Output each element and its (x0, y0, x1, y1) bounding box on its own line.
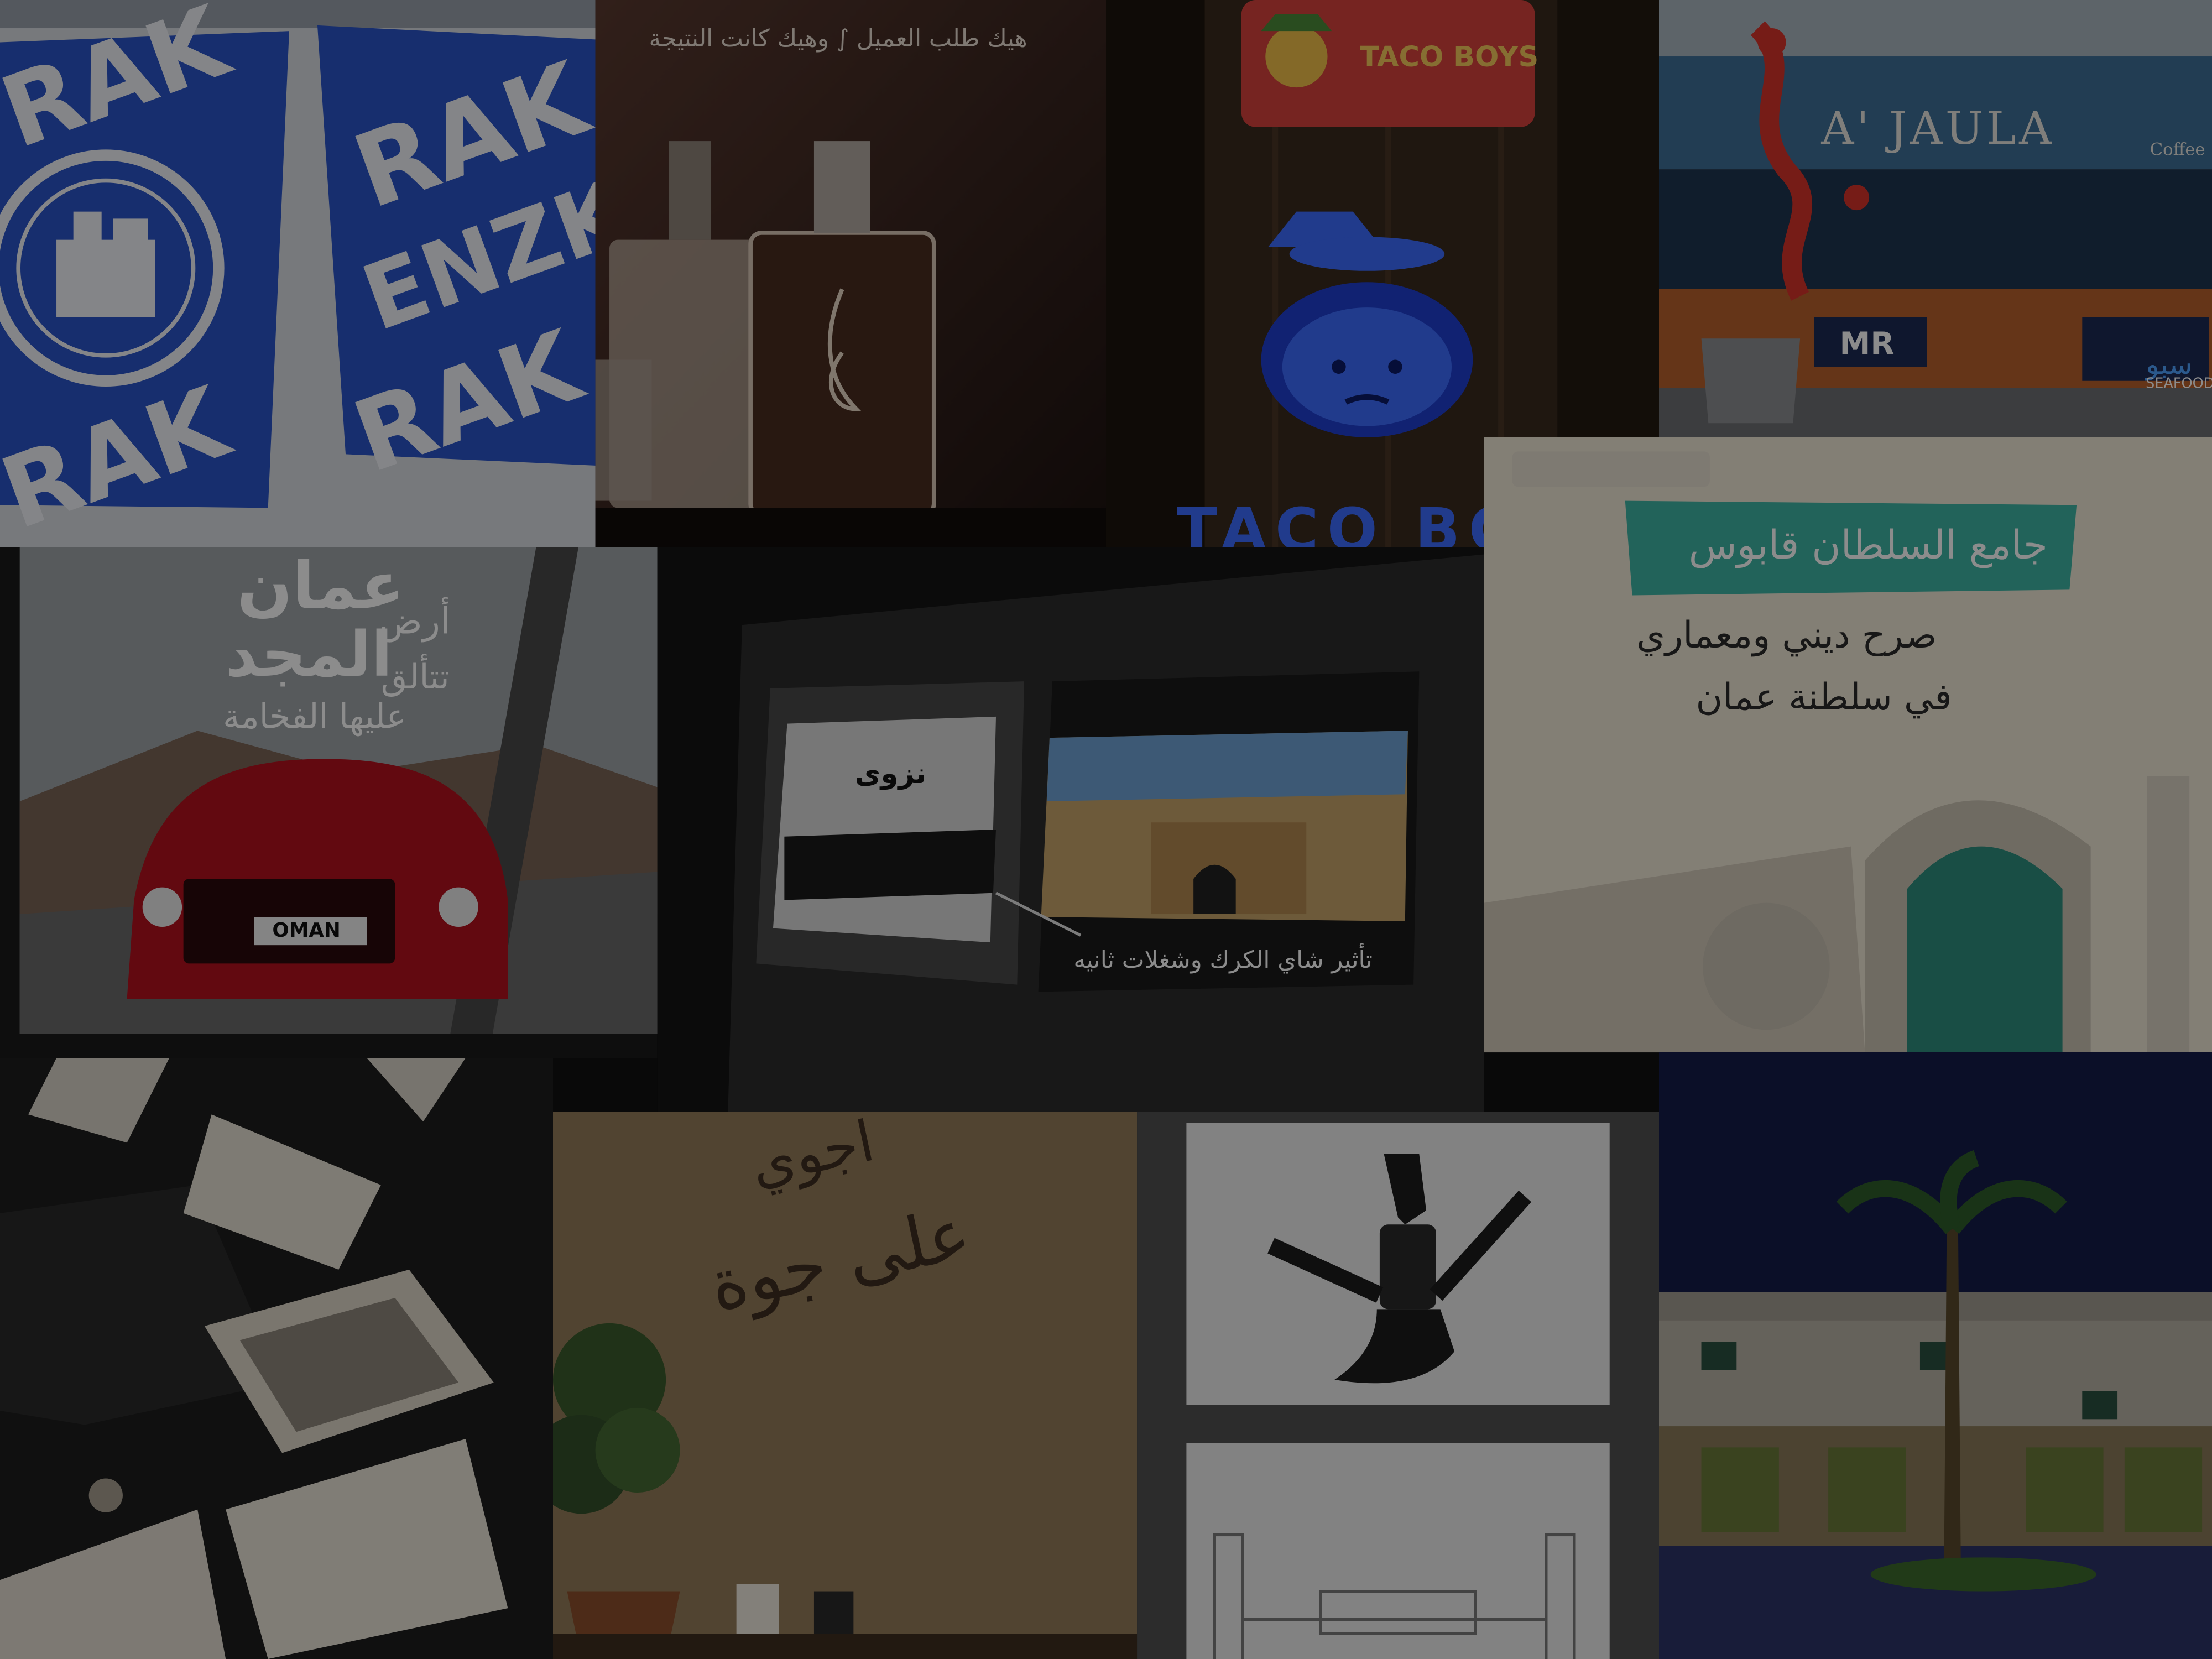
storefront-image (1658, 0, 2212, 437)
mosque-line1: صرح ديني ومعماري (1636, 615, 1937, 658)
night-building-tile[interactable] (1658, 1052, 2212, 1659)
mosque-title: جامع السلطان قابوس (1688, 521, 2048, 569)
mosque-line2: في سلطنة عمان (1695, 677, 1952, 720)
storefront-facade-small: Coffee (2150, 139, 2205, 160)
khanjar-sketch-image (1137, 1112, 1659, 1659)
oman-car-tile[interactable]: عمان أرض المجد تتألق عليها الفخامة OMAN (0, 547, 658, 1058)
storefront-shop-logo: MR (1839, 327, 1895, 363)
gift-box-image (0, 1058, 553, 1659)
monitor-sketch-title: نزوى (854, 756, 927, 790)
storefront-shop2: سبو (2146, 347, 2193, 381)
perfume-caption: هيك طلب العميل ∫ وهيك كانت النتيجة (649, 25, 1027, 54)
oman-plate: OMAN (272, 920, 341, 943)
gift-box-tile[interactable] (0, 1058, 553, 1659)
storefront-facade-text: A' JAULA (1821, 101, 2055, 155)
oman-line3: تتألق (380, 657, 450, 697)
monitor-mockup-image (657, 547, 1484, 1112)
taco-sign-text: TACO BOYS (1360, 39, 1539, 74)
portfolio-collage: RAK RAK ENZK RAK RAK هيك طلب العميل ∫ وه… (0, 0, 2212, 1659)
oman-line2: المجد (226, 619, 393, 691)
perfume-tile[interactable]: هيك طلب العميل ∫ وهيك كانت النتيجة (595, 0, 1106, 547)
perfume-bottle-image (595, 0, 1106, 547)
cafe-wall-image (552, 1112, 1138, 1659)
ma-jaula-tile[interactable]: A' JAULA Coffee MR سبو SEAFOOD (1658, 0, 2212, 437)
khanjar-tile[interactable] (1137, 1112, 1659, 1659)
taco-neon-text: TACO BO (1176, 495, 1528, 547)
cups-tile[interactable]: RAK RAK ENZK RAK RAK (0, 0, 596, 547)
storefront-shop2-sub: SEAFOOD (2146, 377, 2212, 393)
oman-line4: عليها الفخامة (223, 697, 407, 737)
monitor-caption: تأثير شاي الكرك وشغلات ثانيه (1073, 946, 1373, 975)
mosque-tile[interactable]: جامع السلطان قابوس صرح ديني ومعماري في س… (1484, 437, 2212, 1053)
night-building-image (1658, 1052, 2212, 1659)
monitor-tile[interactable]: نزوى تأثير شاي الكرك وشغلات ثانيه (657, 547, 1484, 1112)
cafe-wall-tile[interactable]: اجوي على جوة (552, 1112, 1138, 1659)
